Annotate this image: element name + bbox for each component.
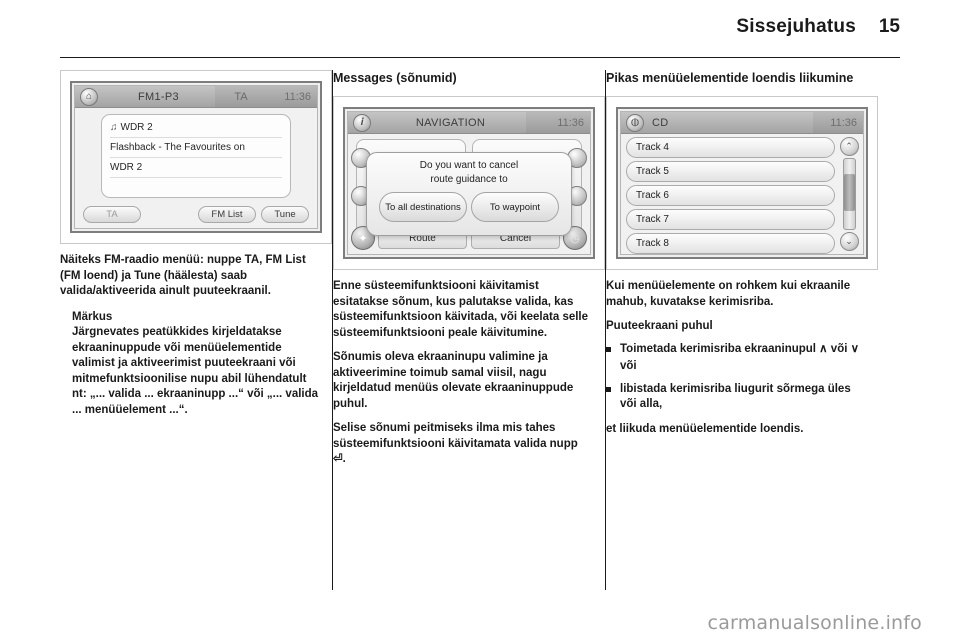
chevron-up-icon[interactable]: ⌃ [839, 137, 859, 156]
list-item: Toimetada kerimisriba ekraaninupul ∧ või… [606, 342, 866, 358]
column-middle: Messages (sõnumid) 𝒊 NAVIGATION 11:36 Ro… [333, 70, 605, 590]
left-paragraph: Näiteks FM-raadio menüü: nuppe TA, FM Li… [60, 254, 306, 298]
page-title: Sissejuhatus [736, 16, 856, 37]
right-closing-text: et liikuda menüüelementide loendis. [606, 422, 804, 435]
list-item[interactable]: Track 4 [626, 137, 835, 158]
navigation-screen: 𝒊 NAVIGATION 11:36 Route Cancel ✦ ◷ Do y… [343, 107, 595, 259]
nav-body: Route Cancel ✦ ◷ Do you want to cancel r… [348, 134, 590, 254]
note-body: Järgnevates peatükkides kirjeldatakse ek… [72, 326, 319, 416]
dialog-message-line1: Do you want to cancel [419, 160, 519, 171]
bullet-square-icon [606, 346, 611, 352]
navigation-figure: 𝒊 NAVIGATION 11:36 Route Cancel ✦ ◷ Do y… [333, 96, 605, 270]
right-bullet-list: Toimetada kerimisriba ekraaninupul ∧ või… [606, 342, 866, 358]
right-bullet-list-2: libistada kerimisriba liugurit sõrmega ü… [606, 382, 866, 413]
nav-source-label: NAVIGATION [415, 116, 486, 129]
note-block: Märkus Järgnevates peatükkides kirjeldat… [60, 310, 320, 419]
track-list: Track 4 Track 5 Track 6 Track 7 Track 8 [626, 137, 835, 254]
cd-source-label: CD [652, 116, 669, 129]
column-left: ⌂ FM1-P3 TA 11:36 ♫ WDR 2 Flashback - The… [60, 70, 332, 590]
bullet-text: libistada kerimisriba liugurit sõrmega ü… [620, 382, 851, 411]
fm-station-card: ♫ WDR 2 Flashback - The Favourites on WDR… [101, 114, 291, 198]
page-number: 15 [878, 16, 900, 37]
ta-button[interactable]: TA [83, 206, 141, 223]
header-divider [60, 57, 900, 58]
scroll-track[interactable] [842, 158, 856, 230]
fm-source-label: FM1-P3 [138, 90, 179, 103]
list-item[interactable]: Track 7 [626, 209, 835, 230]
nav-clock: 11:36 [526, 112, 590, 133]
fm-ta-indicator: TA [215, 86, 267, 107]
disc-button[interactable]: ◍ [622, 113, 648, 133]
fm-radio-figure: ⌂ FM1-P3 TA 11:36 ♫ WDR 2 Flashback - The… [60, 70, 332, 244]
cd-clock: 11:36 [813, 112, 863, 133]
cd-body: Track 4 Track 5 Track 6 Track 7 Track 8 … [621, 134, 863, 254]
home-button[interactable]: ⌂ [76, 87, 102, 107]
middle-section-title: Messages (sõnumid) [333, 71, 457, 85]
fm-row[interactable]: WDR 2 [110, 158, 282, 178]
to-waypoint-button[interactable]: To waypoint [471, 192, 559, 222]
music-note-icon: ♫ [110, 122, 118, 133]
column-right: Pikas menüüelementide loendis liikumine … [606, 70, 878, 590]
list-item[interactable]: Track 6 [626, 185, 835, 206]
dialog-message-line2: route guidance to [430, 174, 508, 185]
fm-radio-screen: ⌂ FM1-P3 TA 11:36 ♫ WDR 2 Flashback - The… [70, 81, 322, 233]
cd-list-figure: ◍ CD 11:36 Track 4 Track 5 Track 6 Track… [606, 96, 878, 270]
disc-icon: ◍ [626, 113, 644, 132]
fm-list-button[interactable]: FM List [198, 206, 256, 223]
fm-row[interactable]: ♫ WDR 2 [110, 118, 282, 138]
manual-page: Sissejuhatus 15 ⌂ FM1-P3 TA 11:36 ♫ WDR … [0, 0, 960, 642]
right-paragraph: Kui menüüelemente on rohkem kui ekraanil… [606, 280, 851, 308]
fm-row[interactable]: Flashback - The Favourites on [110, 138, 282, 158]
scrollbar[interactable]: ⌃ ⌄ [839, 137, 859, 251]
home-icon: ⌂ [80, 87, 98, 106]
bullet-square-icon [606, 386, 611, 392]
scroll-thumb[interactable] [843, 174, 855, 211]
confirm-dialog: Do you want to cancel route guidance to … [366, 152, 572, 236]
watermark: carmanualsonline.info [707, 612, 922, 634]
list-item[interactable]: Track 5 [626, 161, 835, 182]
bullet-text: Toimetada kerimisriba ekraaninupul ∧ või… [620, 342, 860, 355]
info-icon: 𝒊 [353, 113, 371, 132]
middle-paragraph-2: Sõnumis oleva ekraaninupu valimine ja ak… [333, 351, 574, 410]
dialog-buttons: To all destinations To waypoint [375, 192, 563, 222]
fm-button-row: TA FM List Tune [83, 206, 309, 223]
or-separator: või [620, 360, 637, 373]
list-item[interactable]: Track 8 [626, 233, 835, 254]
fm-clock: 11:36 [267, 86, 317, 107]
cd-list-screen: ◍ CD 11:36 Track 4 Track 5 Track 6 Track… [616, 107, 868, 259]
page-header: Sissejuhatus 15 [60, 16, 900, 50]
middle-paragraph-3: Selise sõnumi peitmiseks ilma mis tahes … [333, 422, 578, 466]
fm-titlebar: ⌂ FM1-P3 TA 11:36 [75, 86, 317, 108]
right-section-title: Pikas menüüelementide loendis liikumine [606, 71, 854, 85]
content-columns: ⌂ FM1-P3 TA 11:36 ♫ WDR 2 Flashback - The… [60, 70, 900, 590]
middle-paragraph-1: Enne süsteemifunktsiooni käivitamist esi… [333, 280, 589, 339]
right-subtitle: Puuteekraani puhul [606, 320, 713, 333]
note-title: Märkus [72, 310, 113, 323]
tune-button[interactable]: Tune [261, 206, 309, 223]
info-button[interactable]: 𝒊 [349, 113, 375, 133]
nav-titlebar: 𝒊 NAVIGATION 11:36 [348, 112, 590, 134]
to-all-destinations-button[interactable]: To all destinations [379, 192, 467, 222]
fm-body: ♫ WDR 2 Flashback - The Favourites on WDR… [75, 108, 317, 228]
list-item: libistada kerimisriba liugurit sõrmega ü… [606, 382, 866, 413]
chevron-down-icon[interactable]: ⌄ [839, 232, 859, 251]
cd-titlebar: ◍ CD 11:36 [621, 112, 863, 134]
